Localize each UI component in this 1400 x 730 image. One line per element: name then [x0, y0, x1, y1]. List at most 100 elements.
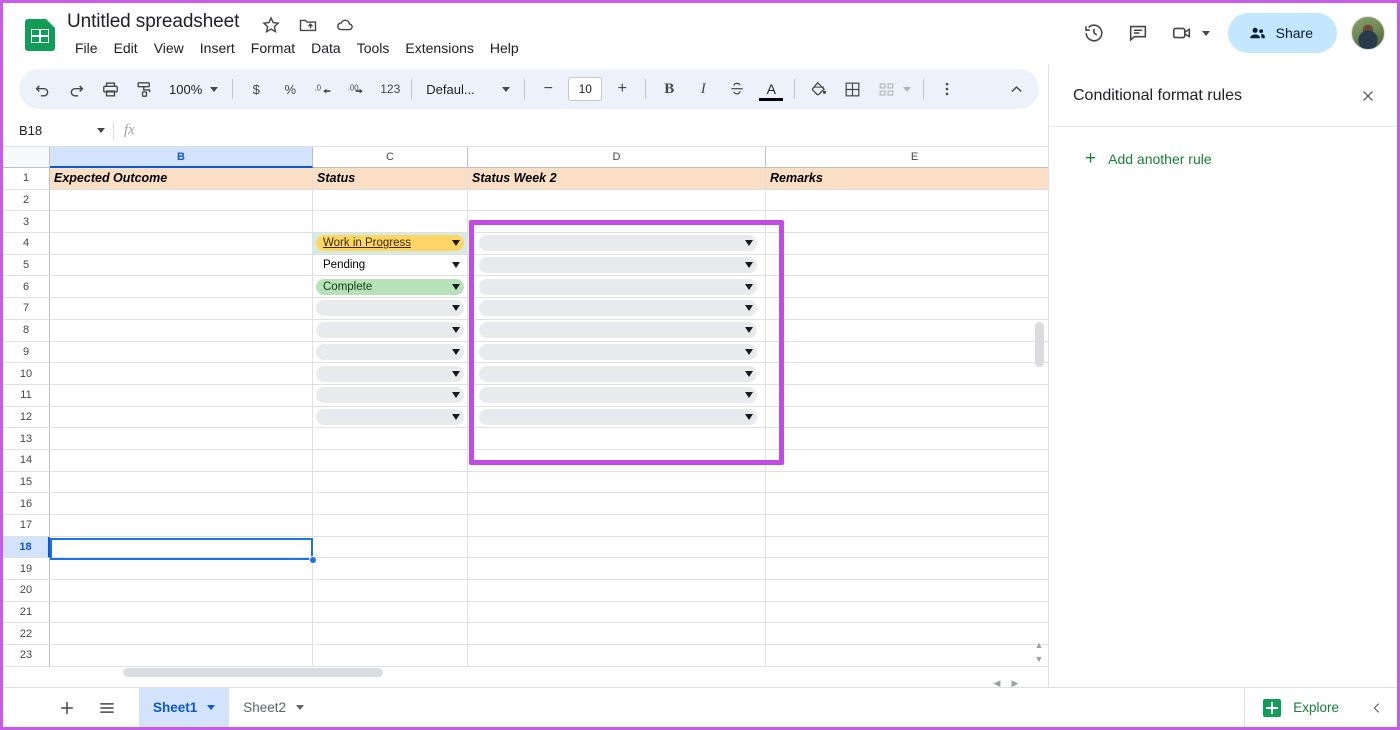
meet-chevron-down-icon[interactable]	[1201, 30, 1210, 36]
menu-insert[interactable]: Insert	[192, 37, 243, 59]
dropdown-chip-D4[interactable]	[479, 235, 757, 252]
cell-C7[interactable]	[313, 298, 468, 320]
scroll-up-arrow-icon[interactable]: ▲	[1032, 639, 1046, 651]
cell-B21[interactable]	[50, 601, 313, 624]
chevron-down-icon[interactable]	[207, 705, 216, 710]
row-header-17[interactable]: 17	[3, 515, 50, 537]
collapse-left-icon[interactable]	[1357, 688, 1397, 728]
cell-D16[interactable]	[468, 493, 766, 515]
row-header-21[interactable]: 21	[3, 601, 50, 624]
cell-B7[interactable]	[50, 298, 313, 320]
cell-C3[interactable]	[313, 211, 468, 234]
bold-button[interactable]: B	[654, 74, 684, 104]
row-header-7[interactable]: 7	[3, 298, 50, 320]
row-header-10[interactable]: 10	[3, 363, 50, 385]
cell-C21[interactable]	[313, 601, 468, 624]
row-header-3[interactable]: 3	[3, 211, 50, 234]
cell-E1[interactable]: Remarks	[766, 168, 1048, 190]
video-camera-icon[interactable]	[1162, 13, 1202, 53]
cell-E3[interactable]	[766, 211, 1048, 234]
cell-D18[interactable]	[468, 536, 766, 559]
cell-D13[interactable]	[468, 428, 766, 450]
cell-B11[interactable]	[50, 384, 313, 407]
cell-B14[interactable]	[50, 449, 313, 472]
row-header-6[interactable]: 6	[3, 276, 50, 299]
cell-E9[interactable]	[766, 342, 1048, 364]
cell-D6[interactable]	[468, 276, 766, 299]
cell-B17[interactable]	[50, 515, 313, 537]
chip-dropdown-arrow-icon[interactable]	[452, 327, 460, 334]
dropdown-chip-D5[interactable]	[479, 257, 757, 274]
dropdown-chip-D8[interactable]	[479, 322, 757, 339]
menu-tools[interactable]: Tools	[349, 37, 398, 59]
row-header-1[interactable]: 1	[3, 168, 50, 190]
cell-B20[interactable]	[50, 580, 313, 602]
cell-C10[interactable]	[313, 363, 468, 385]
dropdown-chip-D7[interactable]	[479, 300, 757, 317]
cell-D1[interactable]: Status Week 2	[468, 168, 766, 190]
cloud-saved-icon[interactable]	[335, 15, 355, 35]
dropdown-chip-C5[interactable]: Pending	[316, 257, 464, 273]
text-color-button[interactable]: A	[756, 74, 786, 104]
cell-B16[interactable]	[50, 493, 313, 515]
cell-C1[interactable]: Status	[313, 168, 468, 190]
comment-icon[interactable]	[1118, 13, 1158, 53]
cell-C22[interactable]	[313, 623, 468, 646]
cell-E13[interactable]	[766, 428, 1048, 450]
column-header-c[interactable]: C	[313, 147, 468, 168]
cell-E12[interactable]	[766, 407, 1048, 429]
font-selector[interactable]: Defaul...	[418, 74, 518, 104]
cell-D17[interactable]	[468, 515, 766, 537]
spreadsheet-grid[interactable]: B C D E 1 2 3 4 5 6 7 8 9 10 11 12 13 14 15 16 17 18 19 20 2…	[3, 147, 1048, 693]
dropdown-chip-C4[interactable]: Work in Progress	[316, 235, 464, 252]
chip-dropdown-arrow-icon[interactable]	[745, 327, 753, 334]
cell-C13[interactable]	[313, 428, 468, 450]
italic-button[interactable]: I	[688, 74, 718, 104]
menu-data[interactable]: Data	[303, 37, 349, 59]
cell-E18[interactable]	[766, 537, 1048, 559]
cell-C18[interactable]	[313, 536, 468, 559]
cell-C4[interactable]: Work in Progress	[313, 233, 468, 255]
row-header-11[interactable]: 11	[3, 384, 50, 407]
dropdown-chip-D12[interactable]	[479, 408, 757, 425]
cell-E7[interactable]	[766, 298, 1048, 320]
cell-B3[interactable]	[50, 211, 313, 234]
cell-E22[interactable]	[766, 623, 1048, 646]
dropdown-chip-D11[interactable]	[479, 387, 757, 404]
row-header-4[interactable]: 4	[3, 233, 50, 255]
column-header-d[interactable]: D	[468, 147, 766, 168]
decrease-decimal-button[interactable]: .0	[309, 74, 339, 104]
cell-E6[interactable]	[766, 276, 1048, 299]
sheet-tab-sheet1[interactable]: Sheet1	[139, 687, 230, 727]
cell-B5[interactable]	[50, 254, 313, 277]
row-header-5[interactable]: 5	[3, 254, 50, 277]
currency-format-button[interactable]: $	[241, 74, 271, 104]
font-size-input[interactable]: 10	[568, 77, 603, 101]
chip-dropdown-arrow-icon[interactable]	[452, 370, 460, 377]
cell-B13[interactable]	[50, 428, 313, 450]
dropdown-chip-C8[interactable]	[316, 322, 464, 339]
cell-D9[interactable]	[468, 341, 766, 364]
cell-D14[interactable]	[468, 449, 766, 472]
row-header-13[interactable]: 13	[3, 428, 50, 450]
row-header-9[interactable]: 9	[3, 341, 50, 364]
cell-E23[interactable]	[766, 645, 1048, 667]
formula-input[interactable]	[135, 119, 1048, 143]
cell-E8[interactable]	[766, 320, 1048, 342]
dropdown-chip-C12[interactable]	[316, 408, 464, 425]
move-to-folder-icon[interactable]	[298, 15, 318, 35]
chip-dropdown-arrow-icon[interactable]	[745, 370, 753, 377]
fill-color-icon[interactable]	[803, 74, 833, 104]
row-header-22[interactable]: 22	[3, 623, 50, 646]
close-icon[interactable]	[1354, 82, 1382, 110]
column-header-e[interactable]: E	[766, 147, 1048, 168]
dropdown-chip-C10[interactable]	[316, 365, 464, 382]
redo-icon[interactable]	[61, 74, 91, 104]
cell-C20[interactable]	[313, 580, 468, 602]
cell-D23[interactable]	[468, 645, 766, 667]
cell-D10[interactable]	[468, 363, 766, 385]
menu-help[interactable]: Help	[482, 37, 527, 59]
borders-icon[interactable]	[837, 74, 867, 104]
dropdown-chip-D6[interactable]	[479, 278, 757, 295]
cell-C23[interactable]	[313, 645, 468, 667]
